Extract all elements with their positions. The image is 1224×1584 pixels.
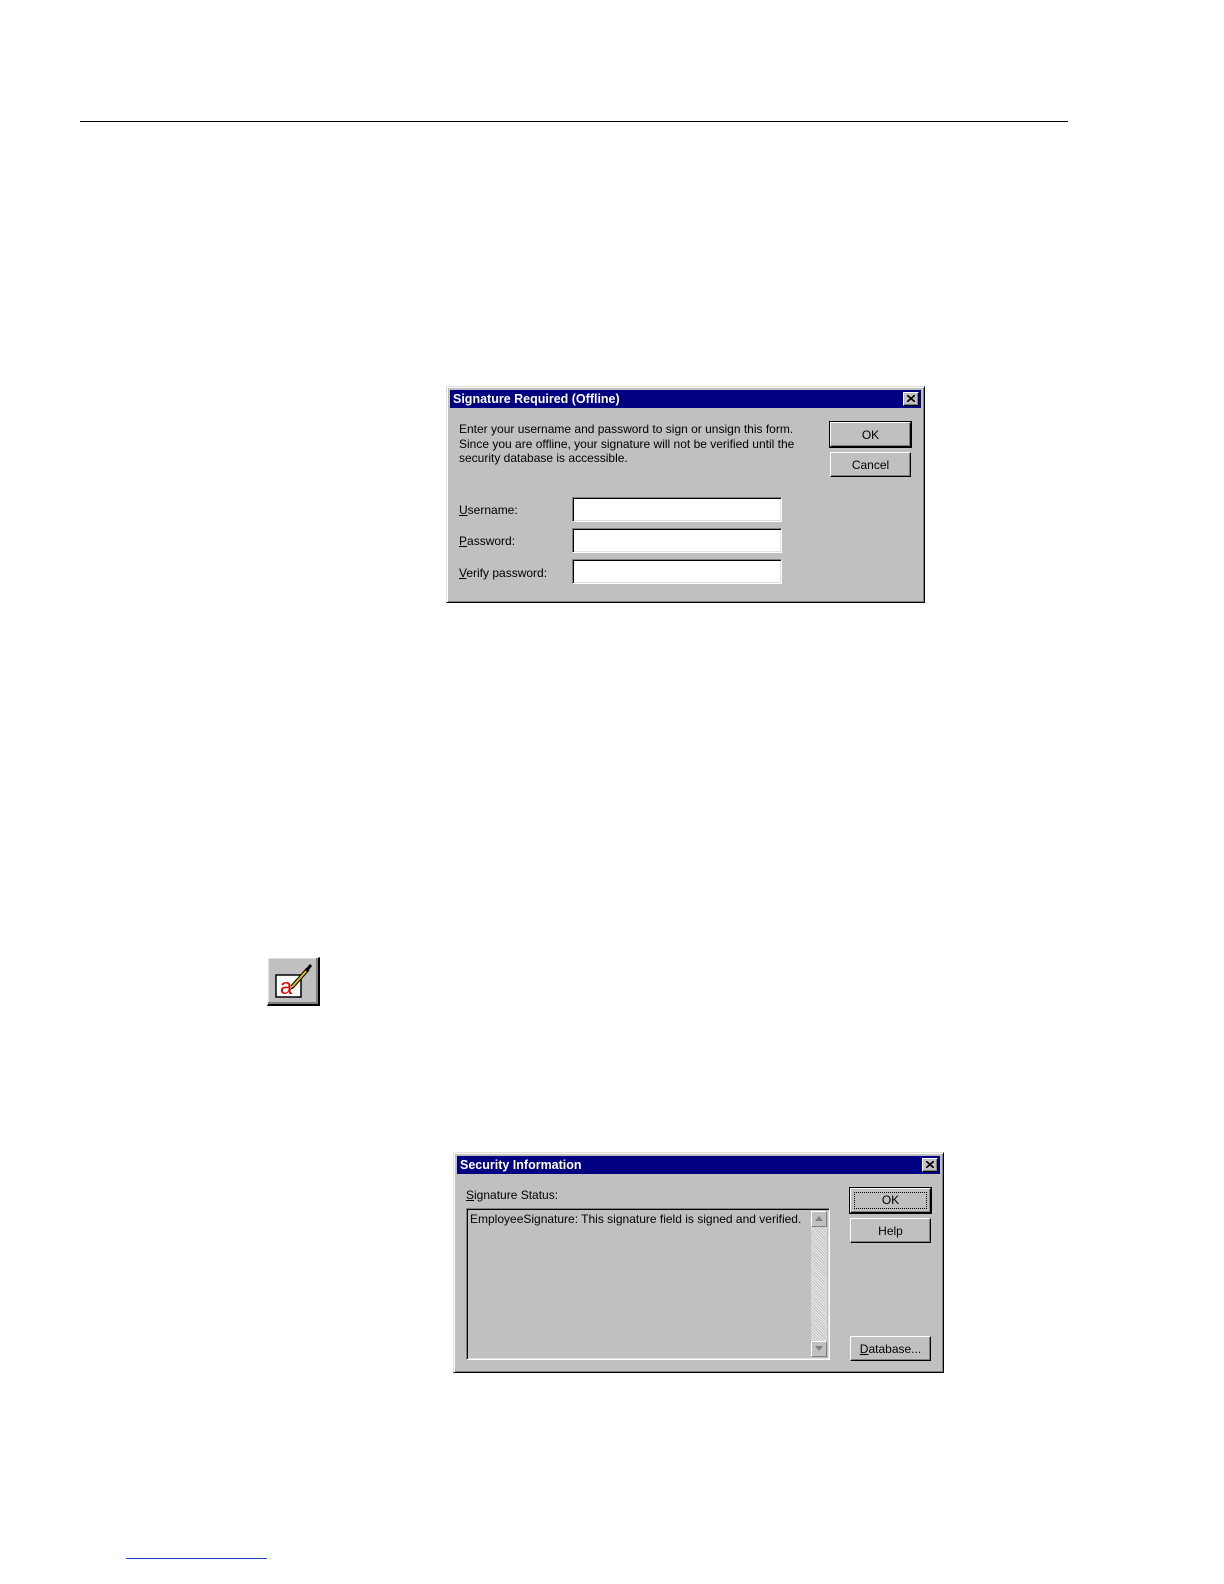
dialog-titlebar[interactable]: Signature Required (Offline) xyxy=(450,390,921,408)
username-label: Username: xyxy=(459,503,518,517)
close-icon xyxy=(926,1161,934,1168)
password-input[interactable] xyxy=(572,528,782,553)
sign-form-icon: a xyxy=(275,964,313,999)
security-information-dialog: Security Information Signature Status: E… xyxy=(453,1152,944,1373)
cancel-button-label: Cancel xyxy=(851,457,890,472)
signature-required-dialog: Signature Required (Offline) Enter your … xyxy=(446,386,925,603)
close-button[interactable] xyxy=(903,392,919,406)
help-button[interactable]: Help xyxy=(850,1218,931,1243)
verify-password-input[interactable] xyxy=(572,559,782,584)
vertical-scrollbar[interactable] xyxy=(811,1211,827,1357)
signature-instructions: Enter your username and password to sign… xyxy=(459,422,795,465)
signature-status-label: Signature Status: xyxy=(466,1188,559,1202)
ok-button-label: OK xyxy=(861,427,880,442)
sign-form-button[interactable]: a xyxy=(267,957,320,1006)
scroll-down-button[interactable] xyxy=(811,1341,827,1357)
ok-button[interactable]: OK xyxy=(849,1187,932,1214)
password-label: Password: xyxy=(459,534,516,548)
scroll-up-button[interactable] xyxy=(811,1211,827,1227)
dialog-title: Signature Required (Offline) xyxy=(453,392,620,406)
svg-text:a: a xyxy=(280,974,293,999)
page-top-rule xyxy=(80,121,1068,122)
help-button-label: Help xyxy=(878,1223,903,1238)
dialog-titlebar[interactable]: Security Information xyxy=(457,1156,940,1174)
arrow-down-icon xyxy=(815,1346,823,1351)
dialog-title: Security Information xyxy=(460,1158,582,1172)
database-button-label: Database... xyxy=(859,1341,922,1356)
ok-button-label: OK xyxy=(854,1192,927,1209)
footer-rule xyxy=(126,1558,267,1559)
list-item[interactable]: EmployeeSignature: This signature field … xyxy=(470,1212,801,1226)
ok-button[interactable]: OK xyxy=(829,421,912,448)
close-button[interactable] xyxy=(922,1158,938,1172)
cancel-button[interactable]: Cancel xyxy=(830,452,911,477)
arrow-up-icon xyxy=(815,1216,823,1221)
verify-password-label: Verify password: xyxy=(459,566,548,580)
database-button[interactable]: Database... xyxy=(850,1336,931,1361)
username-input[interactable] xyxy=(572,497,782,522)
signature-status-list[interactable]: EmployeeSignature: This signature field … xyxy=(466,1208,830,1360)
close-icon xyxy=(907,395,915,402)
